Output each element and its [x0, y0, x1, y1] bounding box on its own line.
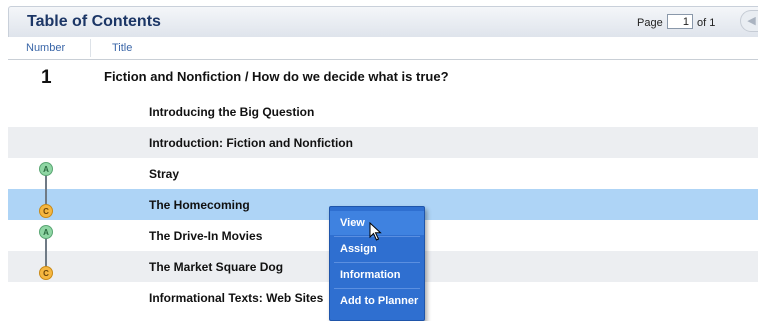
prev-page-button[interactable]: ◀ [740, 10, 758, 32]
level-c-badge-icon: C [39, 204, 53, 218]
page-label: Page [637, 17, 663, 29]
level-a-badge-icon: A [39, 162, 53, 176]
column-divider [90, 39, 91, 57]
chapter-row[interactable]: 1 Fiction and Nonfiction / How do we dec… [8, 60, 758, 93]
chapter-title: Fiction and Nonfiction / How do we decid… [104, 69, 449, 84]
table-row[interactable]: Introduction: Fiction and Nonfiction [8, 127, 758, 158]
menu-item-add-to-planner[interactable]: Add to Planner [330, 289, 424, 313]
toc-title: Table of Contents [27, 13, 161, 30]
title-bar: Table of Contents Page 1 of 1 [8, 6, 758, 37]
row-title: Stray [149, 167, 180, 181]
row-title: Informational Texts: Web Sites [149, 291, 324, 305]
row-title: The Drive-In Movies [149, 229, 263, 243]
column-number-header[interactable]: Number [26, 42, 65, 54]
table-row[interactable]: Introducing the Big Question [8, 96, 758, 127]
level-a-badge-icon: A [39, 225, 53, 239]
page-number-input[interactable]: 1 [667, 14, 693, 29]
page-count: of 1 [697, 17, 716, 29]
row-title: The Market Square Dog [149, 260, 284, 274]
menu-item-information[interactable]: Information [330, 263, 424, 287]
row-title: Introduction: Fiction and Nonfiction [149, 136, 353, 150]
row-title: The Homecoming [149, 198, 250, 212]
mouse-cursor-icon [369, 222, 382, 241]
row-title: Introducing the Big Question [149, 105, 315, 119]
toc-panel: Table of Contents Page 1 of 1 ◀ Number T… [8, 6, 758, 321]
table-row[interactable]: Stray [8, 158, 758, 189]
level-c-badge-icon: C [39, 266, 53, 280]
column-header: Number Title [8, 37, 758, 60]
chevron-left-icon: ◀ [747, 15, 756, 27]
chapter-number: 1 [41, 67, 52, 88]
column-title-header[interactable]: Title [112, 42, 132, 54]
